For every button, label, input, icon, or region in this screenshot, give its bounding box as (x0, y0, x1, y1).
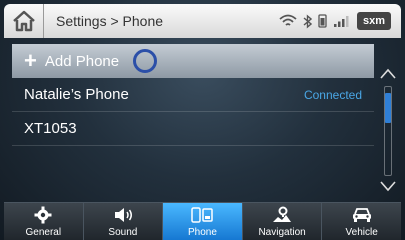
tab-navigation[interactable]: Navigation (242, 203, 323, 240)
plus-icon: + (24, 48, 37, 73)
tab-label: Navigation (258, 227, 306, 238)
tab-sound[interactable]: Sound (83, 203, 164, 240)
navigation-icon (273, 206, 292, 222)
top-status-bar: Settings > Phone sxm (4, 4, 401, 38)
list-item[interactable]: Natalie’s Phone Connected (12, 78, 374, 112)
selection-cursor-icon (133, 49, 158, 73)
phone-icon (191, 207, 214, 223)
gear-icon (34, 206, 52, 224)
car-icon (352, 208, 371, 222)
tab-label: Vehicle (345, 227, 378, 238)
scroll-down-icon[interactable] (378, 178, 398, 194)
bottom-tab-bar: General Sound Phone Navigation Vehicle (4, 202, 401, 240)
list-item[interactable]: XT1053 (12, 112, 374, 146)
bluetooth-icon (303, 13, 312, 29)
sxm-badge: sxm (356, 12, 391, 30)
scroll-thumb[interactable] (385, 93, 391, 123)
tab-general[interactable]: General (4, 203, 84, 240)
home-button[interactable] (4, 4, 44, 38)
connection-status: Connected (303, 87, 362, 102)
add-phone-button[interactable]: + Add Phone (12, 44, 374, 78)
signal-strength-icon (333, 16, 349, 27)
breadcrumb: Settings > Phone (56, 13, 164, 29)
speaker-icon (114, 208, 132, 222)
tab-label: Sound (108, 227, 138, 238)
add-phone-label: Add Phone (44, 52, 120, 70)
scroll-up-icon[interactable] (378, 66, 398, 82)
tab-phone[interactable]: Phone (163, 203, 243, 240)
scroll-track[interactable] (384, 86, 392, 176)
home-icon (12, 10, 35, 32)
tab-vehicle[interactable]: Vehicle (322, 203, 401, 240)
scrollbar[interactable] (378, 66, 398, 194)
tab-label: General (25, 227, 62, 238)
phone-settings-screen: Settings > Phone sxm + Add Phone Natalie… (0, 0, 405, 240)
phone-battery-icon (318, 14, 327, 28)
phone-name: XT1053 (24, 120, 77, 137)
wifi-icon (279, 14, 297, 26)
status-icons: sxm (279, 12, 395, 30)
phone-name: Natalie’s Phone (24, 86, 129, 103)
tab-label: Phone (188, 227, 217, 238)
phone-list: + Add Phone Natalie’s Phone Connected XT… (12, 44, 374, 146)
